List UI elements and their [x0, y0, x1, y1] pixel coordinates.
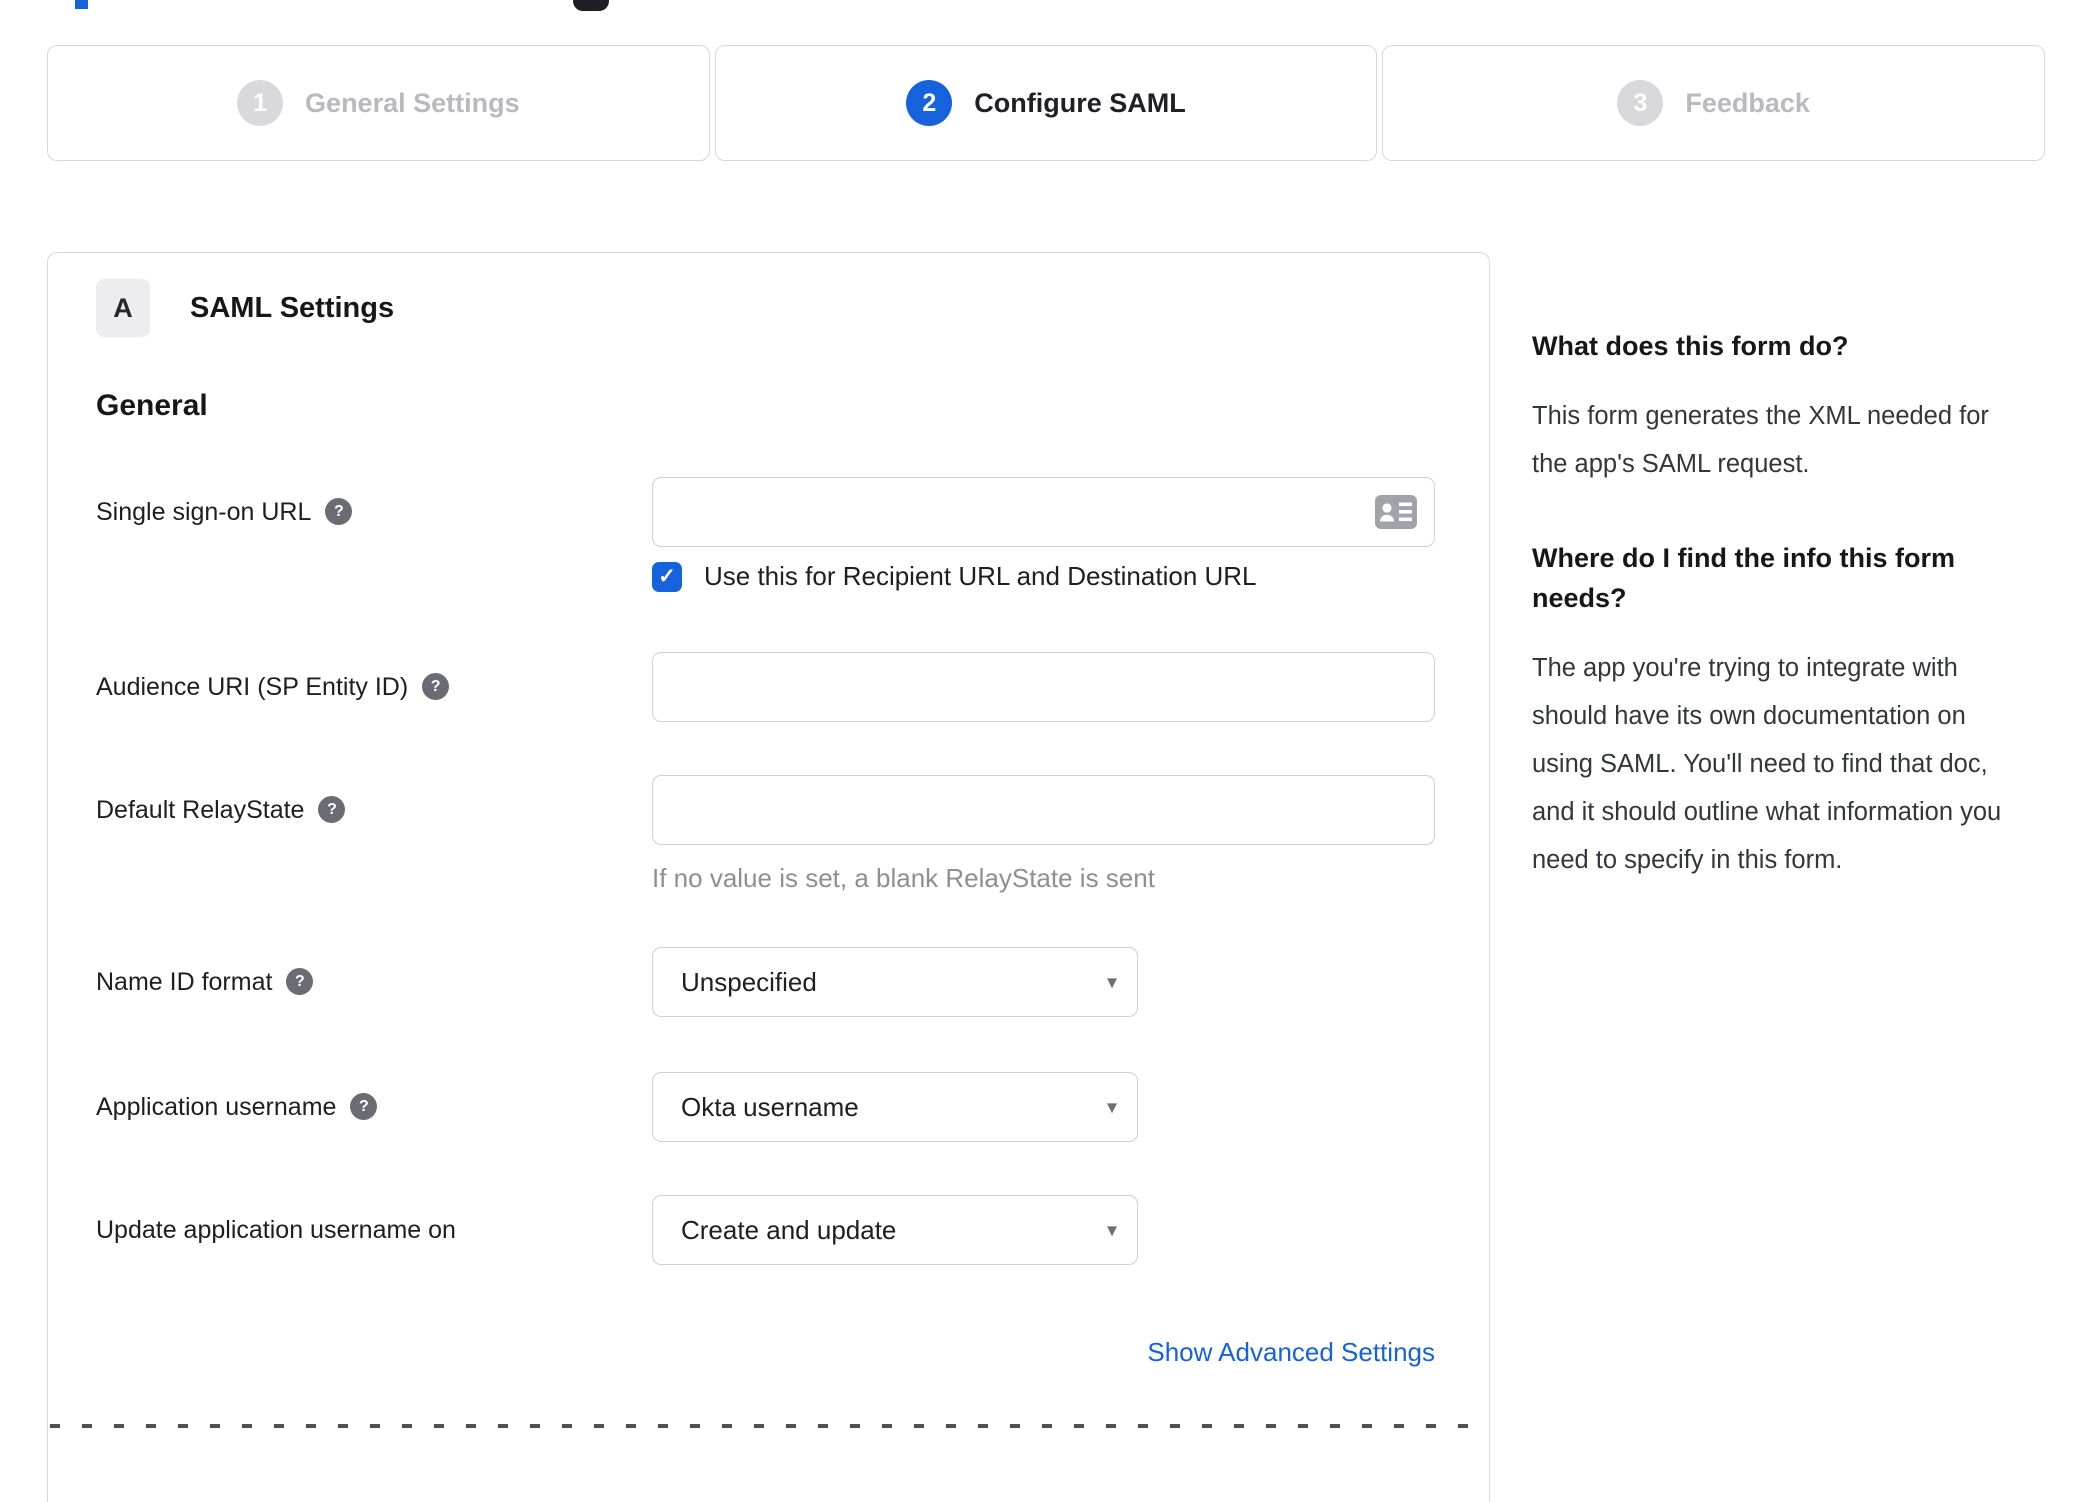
step-number-badge: 2 [906, 80, 953, 126]
help-icon[interactable]: ? [318, 796, 346, 823]
wizard-stepper: 1 General Settings 2 Configure SAML 3 Fe… [47, 45, 2046, 161]
field-label: Default RelayState [96, 796, 305, 824]
field-row-update-application-username: Update application username on Create an… [96, 1195, 1441, 1265]
single-sign-on-url-input[interactable] [652, 477, 1435, 547]
contact-card-icon [1375, 495, 1417, 529]
step-number-badge: 3 [1617, 80, 1664, 126]
chevron-down-icon: ▾ [1106, 1096, 1117, 1119]
section-letter-badge: A [96, 279, 150, 337]
section-title: SAML Settings [190, 291, 395, 324]
help-section-title: What does this form do? [1532, 331, 1849, 361]
general-group-heading: General [96, 389, 208, 422]
field-row-application-username: Application username ? Okta username ▾ [96, 1072, 1441, 1142]
section-header: A SAML Settings [96, 279, 1441, 337]
help-section-body: The app you're trying to integrate with … [1532, 654, 2002, 874]
select-value: Create and update [681, 1214, 897, 1245]
recipient-url-checkbox[interactable]: ✓ [652, 561, 682, 592]
step-feedback[interactable]: 3 Feedback [1382, 45, 2046, 161]
default-relaystate-input[interactable] [652, 775, 1435, 845]
field-label: Application username [96, 1093, 337, 1121]
field-label: Single sign-on URL [96, 498, 312, 526]
checkbox-label: Use this for Recipient URL and Destinati… [704, 561, 1257, 591]
relaystate-hint: If no value is set, a blank RelayState i… [652, 863, 1155, 893]
saml-settings-panel: A SAML Settings General Single sign-on U… [47, 252, 1490, 1502]
name-id-format-select[interactable]: Unspecified ▾ [652, 947, 1138, 1017]
step-label: Feedback [1685, 87, 1810, 118]
chevron-down-icon: ▾ [1106, 971, 1117, 994]
step-number-badge: 1 [237, 80, 284, 126]
help-section-title: Where do I find the info this form needs… [1532, 543, 1955, 613]
help-section-where: Where do I find the info this form needs… [1532, 538, 2028, 884]
help-icon[interactable]: ? [325, 498, 353, 525]
field-row-single-sign-on-url: Single sign-on URL ? ✓ Use this for Reci… [96, 477, 1441, 592]
step-label: General Settings [305, 87, 520, 118]
field-row-name-id-format: Name ID format ? Unspecified ▾ [96, 947, 1441, 1017]
step-configure-saml[interactable]: 2 Configure SAML [714, 45, 1378, 161]
clipped-app-icon-fragment [573, 0, 609, 11]
help-icon[interactable]: ? [286, 968, 314, 995]
update-application-username-select[interactable]: Create and update ▾ [652, 1195, 1138, 1265]
help-icon[interactable]: ? [422, 673, 450, 700]
recipient-url-checkbox-row: ✓ Use this for Recipient URL and Destina… [652, 561, 1441, 592]
select-value: Okta username [681, 1091, 859, 1122]
clipped-app-logo-fragment [75, 0, 88, 9]
field-label: Audience URI (SP Entity ID) [96, 673, 409, 701]
field-row-audience-uri: Audience URI (SP Entity ID) ? [96, 652, 1441, 722]
help-sidebar: What does this form do? This form genera… [1532, 326, 2028, 884]
field-label: Name ID format [96, 968, 273, 996]
show-advanced-settings-link[interactable]: Show Advanced Settings [1147, 1337, 1435, 1367]
select-value: Unspecified [681, 966, 817, 997]
field-label: Update application username on [96, 1216, 456, 1244]
step-general-settings[interactable]: 1 General Settings [47, 45, 710, 161]
chevron-down-icon: ▾ [1106, 1219, 1117, 1242]
field-row-default-relaystate: Default RelayState ? If no value is set,… [96, 775, 1441, 893]
help-icon[interactable]: ? [350, 1093, 378, 1120]
help-section-body: This form generates the XML needed for t… [1532, 402, 1989, 478]
step-label: Configure SAML [974, 87, 1186, 118]
section-dashed-divider [50, 1424, 1481, 1428]
audience-uri-input[interactable] [652, 652, 1435, 722]
help-section-what: What does this form do? This form genera… [1532, 326, 2028, 488]
application-username-select[interactable]: Okta username ▾ [652, 1072, 1138, 1142]
